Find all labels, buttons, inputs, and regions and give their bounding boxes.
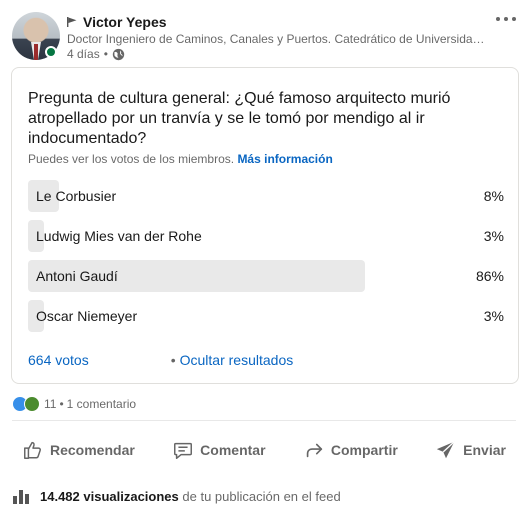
views-description: de tu publicación en el feed bbox=[182, 488, 341, 504]
social-counts: 11 • 1 comentario bbox=[12, 396, 136, 412]
more-info-link[interactable]: Más información bbox=[237, 152, 332, 166]
post-views[interactable]: 14.482 visualizaciones de tu publicación… bbox=[12, 488, 341, 504]
send-label: Enviar bbox=[463, 442, 506, 458]
reaction-icons[interactable] bbox=[12, 396, 40, 412]
support-reaction-icon bbox=[24, 396, 40, 412]
flag-icon bbox=[67, 17, 77, 27]
poll-footer: 664 votos • Ocultar resultados bbox=[28, 352, 293, 368]
hide-results-link[interactable]: • Ocultar resultados bbox=[171, 352, 294, 368]
poll-option[interactable]: Le Corbusier 8% bbox=[28, 180, 504, 212]
poll-option[interactable]: Ludwig Mies van der Rohe 3% bbox=[28, 220, 504, 252]
author-name-row: Victor Yepes bbox=[67, 14, 167, 30]
footer-dot: • bbox=[170, 352, 176, 368]
visibility-text: Puedes ver los votos de los miembros. bbox=[28, 152, 235, 166]
poll-card: Pregunta de cultura general: ¿Qué famoso… bbox=[11, 67, 519, 384]
divider bbox=[12, 420, 516, 421]
comment-button[interactable]: Comentar bbox=[162, 431, 275, 469]
social-separator: • bbox=[59, 397, 64, 411]
more-options-icon[interactable] bbox=[494, 14, 518, 24]
poll-question: Pregunta de cultura general: ¿Qué famoso… bbox=[28, 90, 451, 147]
author-name[interactable]: Victor Yepes bbox=[83, 14, 167, 30]
like-icon bbox=[24, 441, 41, 459]
post-meta: 4 días • bbox=[67, 47, 125, 61]
online-status-dot bbox=[45, 46, 57, 58]
poll-option-percent: 3% bbox=[483, 308, 504, 324]
like-label: Recomendar bbox=[50, 442, 135, 458]
post-header: Victor Yepes Doctor Ingeniero de Caminos… bbox=[0, 0, 528, 66]
poll-options: Le Corbusier 8% Ludwig Mies van der Rohe… bbox=[28, 180, 504, 340]
send-button[interactable]: Enviar bbox=[425, 431, 516, 469]
poll-option-label: Ludwig Mies van der Rohe bbox=[36, 228, 202, 244]
share-button[interactable]: Compartir bbox=[293, 431, 408, 469]
poll-option-percent: 86% bbox=[475, 268, 504, 284]
comment-label: Comentar bbox=[200, 442, 266, 458]
poll-option-label: Oscar Niemeyer bbox=[36, 308, 138, 324]
votes-count-link[interactable]: 664 votos bbox=[28, 352, 89, 368]
post-time: 4 días bbox=[67, 47, 100, 61]
send-icon bbox=[436, 441, 455, 459]
poll-option-percent: 3% bbox=[483, 228, 504, 244]
reactions-count[interactable]: 11 bbox=[44, 397, 56, 411]
share-label: Compartir bbox=[330, 442, 398, 458]
poll-option[interactable]: Oscar Niemeyer 3% bbox=[28, 300, 504, 332]
share-icon bbox=[306, 443, 323, 458]
meta-separator: • bbox=[103, 47, 108, 61]
poll-visibility-note: Puedes ver los votos de los miembros. Má… bbox=[28, 152, 333, 166]
comment-icon bbox=[174, 442, 193, 459]
poll-option-label: Antoni Gaudí bbox=[36, 268, 118, 284]
views-count: 14.482 visualizaciones bbox=[40, 488, 179, 504]
poll-option-percent: 8% bbox=[483, 188, 504, 204]
analytics-bars-icon bbox=[13, 490, 29, 504]
action-bar: Recomendar Comentar Compartir Enviar bbox=[12, 431, 516, 469]
poll-option-label: Le Corbusier bbox=[36, 188, 117, 204]
poll-option[interactable]: Antoni Gaudí 86% bbox=[28, 260, 504, 292]
globe-icon bbox=[112, 48, 125, 60]
hide-results-label: Ocultar resultados bbox=[179, 352, 294, 368]
comments-count[interactable]: 1 comentario bbox=[67, 397, 136, 411]
like-button[interactable]: Recomendar bbox=[12, 431, 145, 469]
avatar-tie bbox=[34, 44, 38, 60]
author-headline: Doctor Ingeniero de Caminos, Canales y P… bbox=[67, 32, 487, 46]
